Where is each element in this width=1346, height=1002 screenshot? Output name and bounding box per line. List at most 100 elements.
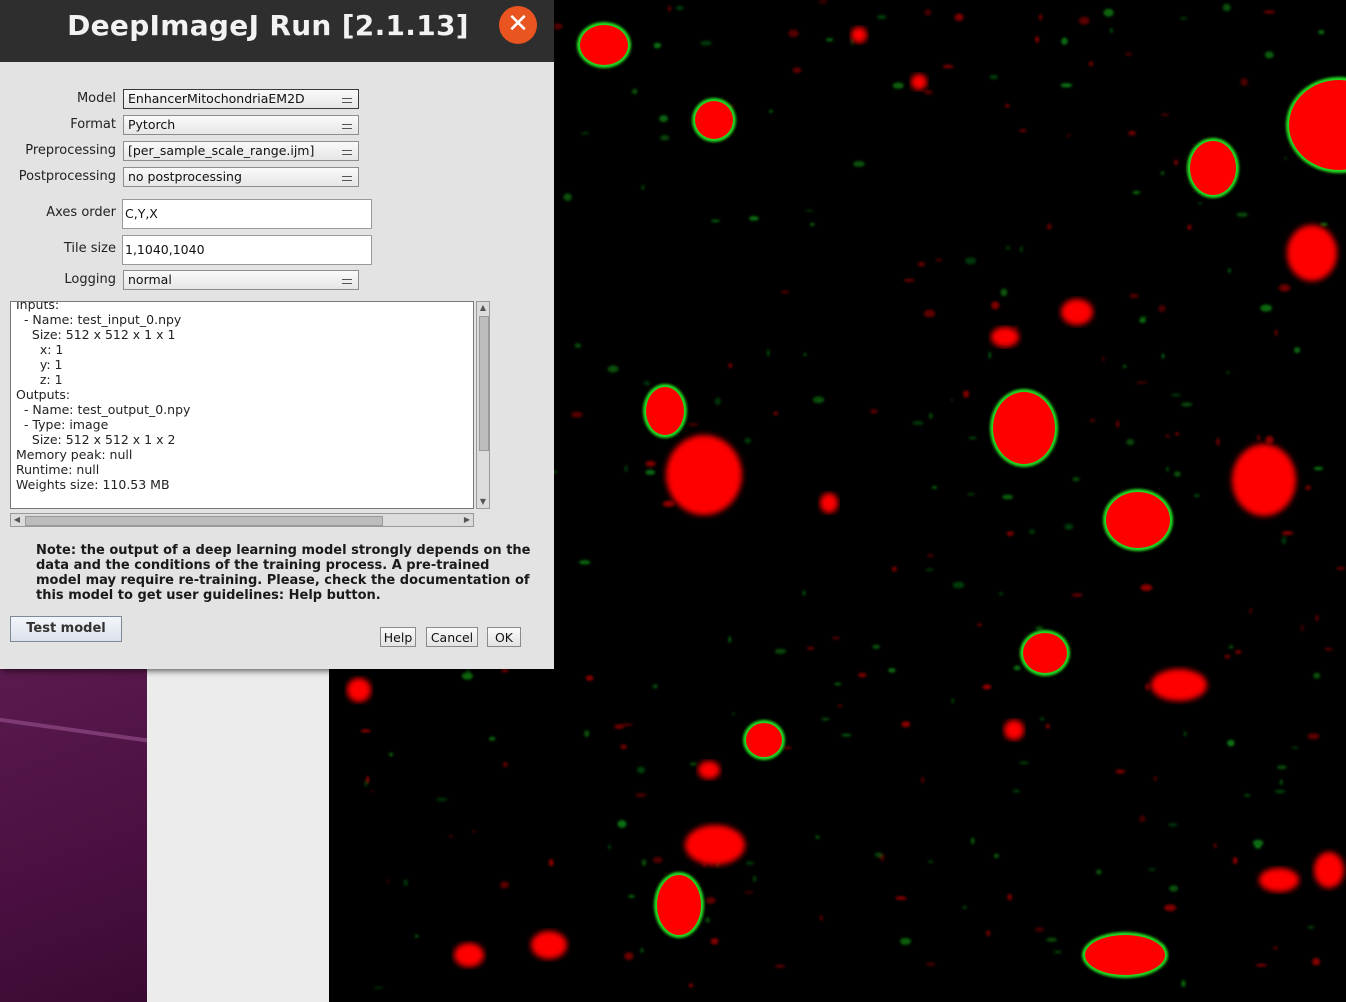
noise-fleck	[500, 881, 510, 889]
noise-fleck	[1284, 156, 1287, 161]
noise-fleck	[1275, 329, 1278, 337]
noise-fleck	[1007, 893, 1013, 901]
noise-fleck	[968, 436, 977, 440]
noise-fleck	[607, 844, 611, 850]
horizontal-scrollbar[interactable]: ◀ ▶	[10, 513, 474, 527]
noise-fleck	[927, 554, 934, 557]
tile-size-input[interactable]: 1,1040,1040	[122, 235, 372, 265]
noise-fleck	[675, 5, 684, 11]
model-dropdown[interactable]: EnhancerMitochondriaEM2D	[123, 89, 359, 109]
format-dropdown[interactable]: Pytorch	[123, 115, 359, 135]
noise-fleck	[1194, 494, 1200, 497]
noise-fleck	[803, 590, 806, 596]
cell-29	[698, 761, 720, 779]
noise-fleck	[1101, 356, 1105, 363]
noise-fleck	[1002, 494, 1014, 500]
title-bar[interactable]: DeepImageJ Run [2.1.13] ✕	[0, 0, 554, 62]
noise-fleck	[387, 879, 390, 884]
noise-fleck	[1125, 52, 1133, 56]
noise-fleck	[710, 219, 720, 223]
noise-fleck	[1020, 245, 1023, 253]
cell-3	[1190, 141, 1236, 195]
preprocessing-value: [per_sample_scale_range.ijm]	[128, 143, 315, 158]
noise-fleck	[1014, 326, 1018, 330]
noise-fleck	[780, 290, 790, 294]
vertical-scrollbar[interactable]: ▲ ▼	[476, 301, 490, 509]
noise-fleck	[449, 834, 453, 839]
cell-13	[1085, 935, 1165, 975]
noise-fleck	[1019, 129, 1027, 133]
noise-fleck	[1035, 626, 1044, 631]
noise-fleck	[1198, 202, 1202, 205]
tile-size-label: Tile size	[63, 241, 116, 256]
axes-order-input[interactable]: C,Y,X	[122, 199, 372, 229]
noise-fleck	[1318, 30, 1325, 35]
noise-fleck	[571, 411, 583, 418]
preprocessing-dropdown[interactable]: [per_sample_scale_range.ijm]	[123, 141, 359, 161]
noise-fleck	[728, 363, 733, 368]
noise-fleck	[631, 88, 638, 95]
scroll-thumb[interactable]	[25, 516, 383, 526]
noise-fleck	[774, 648, 787, 654]
ok-button[interactable]: OK	[487, 627, 521, 647]
noise-fleck	[584, 730, 590, 738]
scroll-up-icon[interactable]: ▲	[479, 303, 487, 313]
noise-fleck	[1169, 885, 1179, 892]
noise-fleck	[1078, 16, 1090, 25]
scroll-down-icon[interactable]: ▼	[479, 497, 487, 507]
noise-fleck	[967, 493, 975, 496]
noise-fleck	[962, 906, 967, 909]
noise-fleck	[1115, 769, 1126, 774]
postprocessing-value: no postprocessing	[128, 169, 242, 184]
cell-15	[1061, 299, 1093, 325]
noise-fleck	[1307, 925, 1315, 929]
noise-fleck	[1254, 845, 1262, 849]
test-model-button[interactable]: Test model	[10, 616, 122, 642]
cell-1	[695, 101, 733, 139]
noise-fleck	[563, 193, 572, 201]
scroll-left-icon[interactable]: ◀	[12, 515, 22, 525]
noise-fleck	[1168, 823, 1178, 827]
scroll-right-icon[interactable]: ▶	[462, 515, 472, 525]
cell-28	[911, 74, 927, 90]
noise-fleck	[1232, 857, 1238, 865]
noise-fleck	[989, 74, 998, 80]
logging-label: Logging	[64, 272, 116, 287]
noise-fleck	[1006, 531, 1014, 536]
cell-6	[646, 387, 684, 435]
model-info-textarea[interactable]: Inputs: - Name: test_input_0.npy Size: 5…	[10, 301, 474, 509]
postprocessing-dropdown[interactable]: no postprocessing	[123, 167, 359, 187]
cell-10	[1023, 633, 1067, 673]
noise-fleck	[924, 8, 932, 16]
noise-fleck	[714, 397, 721, 406]
noise-fleck	[662, 500, 675, 508]
help-button[interactable]: Help	[380, 627, 416, 647]
noise-fleck	[928, 860, 934, 863]
noise-fleck	[1038, 14, 1043, 21]
noise-fleck	[1158, 305, 1166, 312]
noise-fleck	[858, 672, 867, 678]
scroll-thumb[interactable]	[479, 316, 489, 451]
noise-fleck	[923, 309, 936, 318]
noise-fleck	[834, 682, 842, 686]
noise-fleck	[1236, 212, 1248, 217]
dropdown-arrow-icon	[342, 279, 352, 284]
noise-fleck	[929, 413, 933, 419]
noise-fleck	[804, 209, 815, 212]
noise-fleck	[628, 894, 635, 899]
logging-dropdown[interactable]: normal	[123, 270, 359, 290]
noise-fleck	[636, 766, 646, 774]
noise-fleck	[1224, 654, 1231, 659]
cell-22	[1259, 868, 1299, 892]
noise-fleck	[690, 762, 697, 766]
deepimagej-dialog: DeepImageJ Run [2.1.13] ✕ Model Enhancer…	[0, 0, 554, 669]
noise-fleck	[901, 721, 911, 728]
noise-fleck	[748, 216, 759, 221]
noise-fleck	[954, 13, 964, 22]
model-label: Model	[76, 91, 116, 106]
noise-fleck	[667, 5, 672, 12]
close-button[interactable]: ✕	[499, 6, 537, 44]
noise-fleck	[965, 257, 977, 265]
cancel-button[interactable]: Cancel	[426, 627, 478, 647]
noise-fleck	[1053, 950, 1062, 954]
